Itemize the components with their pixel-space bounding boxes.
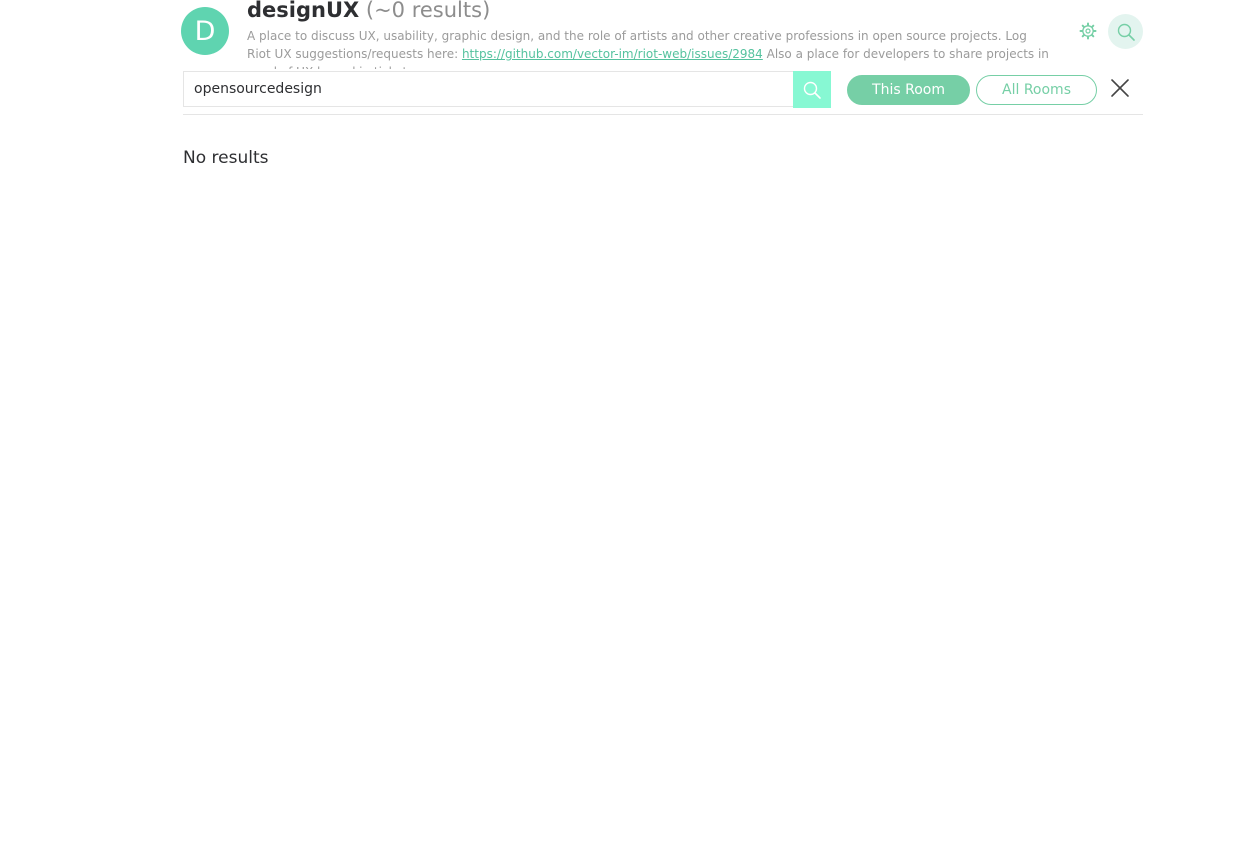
room-header-title: designUX (~0 results) <box>247 0 490 24</box>
cancel-search-button[interactable] <box>1108 76 1132 100</box>
search-icon <box>803 81 821 99</box>
close-icon <box>1111 79 1129 97</box>
search-input[interactable] <box>184 72 793 106</box>
room-search-button[interactable] <box>1108 14 1143 49</box>
search-submit-button[interactable] <box>793 71 831 108</box>
scope-all-rooms-button[interactable]: All Rooms <box>976 75 1097 105</box>
room-avatar[interactable]: D <box>181 7 229 55</box>
room-topic: A place to discuss UX, usability, graphi… <box>247 27 1052 69</box>
gear-icon <box>1079 22 1097 40</box>
scope-this-room-button[interactable]: This Room <box>847 75 970 105</box>
header-divider <box>183 114 1143 115</box>
room-view: D designUX (~0 results) A place to discu… <box>0 0 1248 847</box>
search-icon <box>1117 23 1135 41</box>
search-bar <box>183 71 793 107</box>
search-result-count: (~0 results) <box>365 0 491 22</box>
room-settings-button[interactable] <box>1078 21 1098 41</box>
no-results-message: No results <box>183 148 269 168</box>
room-topic-link[interactable]: https://github.com/vector-im/riot-web/is… <box>462 47 763 61</box>
room-avatar-letter: D <box>194 15 216 47</box>
room-name[interactable]: designUX <box>247 0 359 22</box>
